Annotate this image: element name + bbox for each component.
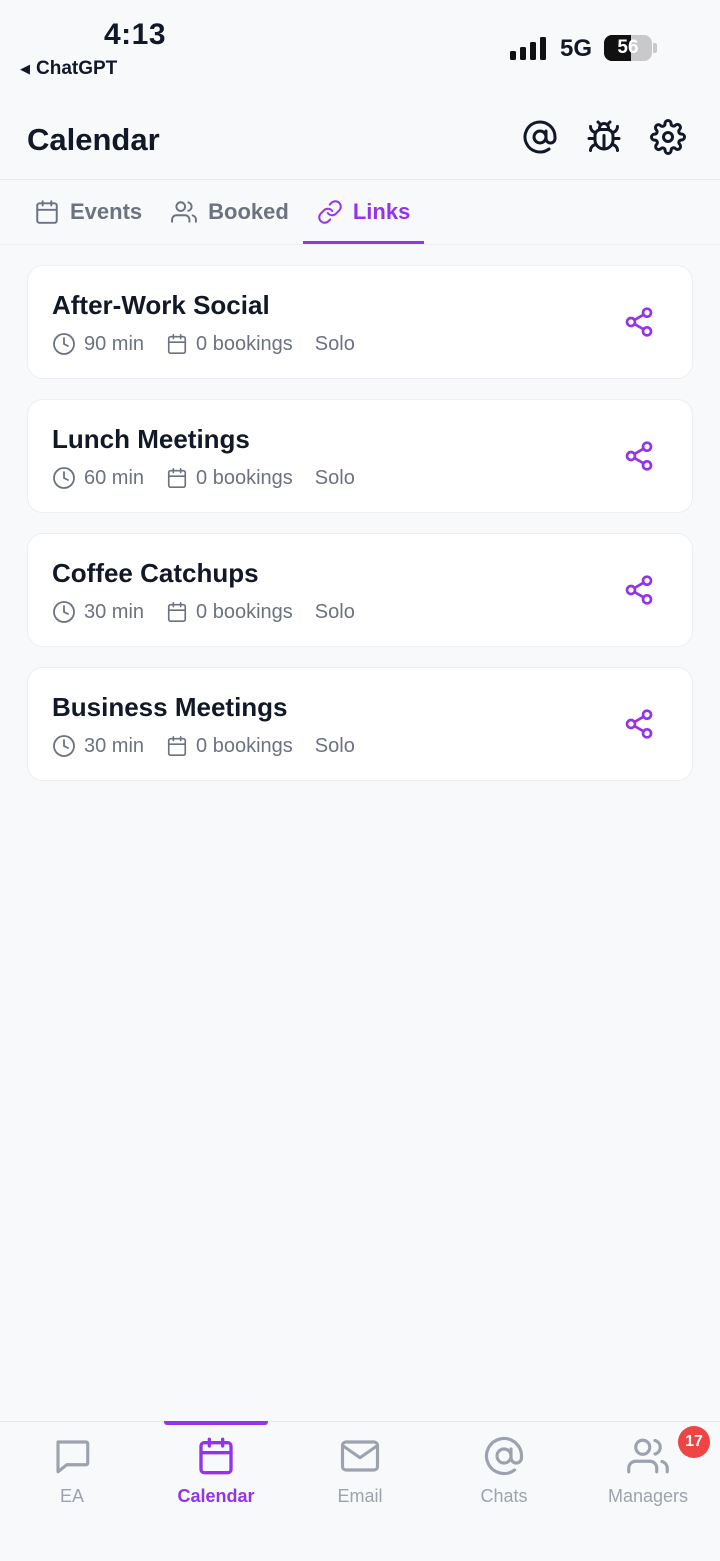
back-to-app-link[interactable]: ◀ ChatGPT xyxy=(20,58,117,80)
clock-icon xyxy=(53,333,75,355)
tab-events[interactable]: Events xyxy=(20,181,156,243)
network-type: 5G xyxy=(560,35,593,62)
link-title: Lunch Meetings xyxy=(52,424,250,454)
tab-booked[interactable]: Booked xyxy=(156,181,303,243)
page-title: Calendar xyxy=(27,122,160,157)
back-app-label: ChatGPT xyxy=(36,58,118,79)
nav-label: Managers xyxy=(607,1486,689,1506)
notification-badge: 17 xyxy=(678,1426,710,1458)
mentions-button[interactable] xyxy=(522,119,558,155)
link-type: Solo xyxy=(314,600,355,623)
link-bookings: 0 bookings xyxy=(196,466,293,489)
signal-icon xyxy=(510,36,546,60)
booking-link-card[interactable]: Business Meetings 30 min 0 bookings Solo xyxy=(27,667,693,781)
settings-button[interactable] xyxy=(650,119,686,155)
nav-label: Calendar xyxy=(177,1486,255,1506)
link-duration: 90 min xyxy=(84,332,145,355)
clock-icon xyxy=(53,467,75,489)
nav-managers[interactable]: Managers 17 xyxy=(576,1422,720,1561)
battery-icon: 56 xyxy=(604,35,652,61)
nav-email[interactable]: Email xyxy=(288,1422,432,1561)
link-title: Business Meetings xyxy=(52,692,288,722)
link-type: Solo xyxy=(314,466,355,489)
link-bookings: 0 bookings xyxy=(196,332,293,355)
booking-link-card[interactable]: Coffee Catchups 30 min 0 bookings Solo xyxy=(27,533,693,647)
link-title: After-Work Social xyxy=(52,290,270,320)
debug-button[interactable] xyxy=(586,119,622,155)
link-title: Coffee Catchups xyxy=(52,558,259,588)
calendar-tabs: Events Booked Links xyxy=(0,181,720,245)
nav-label: EA xyxy=(59,1486,84,1506)
booking-link-card[interactable]: Lunch Meetings 60 min 0 bookings Solo xyxy=(27,399,693,513)
status-time: 4:13 xyxy=(104,18,167,51)
app-header: Calendar xyxy=(0,92,720,180)
battery-level: 56 xyxy=(617,37,639,58)
share-icon xyxy=(625,307,653,337)
link-type: Solo xyxy=(314,332,355,355)
share-icon xyxy=(625,441,653,471)
gear-icon xyxy=(650,119,686,155)
clock-icon xyxy=(53,601,75,623)
link-type: Solo xyxy=(314,734,355,757)
link-duration: 30 min xyxy=(84,600,145,623)
booking-links-list: After-Work Social 90 min 0 bookings Solo… xyxy=(27,265,693,801)
at-icon xyxy=(523,120,557,154)
link-bookings: 0 bookings xyxy=(196,600,293,623)
clock-icon xyxy=(53,735,75,757)
nav-label: Email xyxy=(337,1486,383,1506)
share-button[interactable] xyxy=(622,572,656,608)
link-duration: 60 min xyxy=(84,466,145,489)
calendar-icon xyxy=(167,468,187,488)
calendar-icon xyxy=(199,1437,233,1475)
tab-label: Events xyxy=(70,199,143,224)
nav-label: Chats xyxy=(480,1486,528,1506)
chat-bubble-icon xyxy=(56,1440,90,1474)
share-button[interactable] xyxy=(622,304,656,340)
booking-link-card[interactable]: After-Work Social 90 min 0 bookings Solo xyxy=(27,265,693,379)
mail-icon xyxy=(340,1440,380,1472)
tab-links[interactable]: Links xyxy=(302,181,425,244)
users-icon xyxy=(627,1438,669,1474)
at-icon xyxy=(484,1436,524,1476)
link-duration: 30 min xyxy=(84,734,145,757)
calendar-icon xyxy=(36,200,58,224)
nav-ea[interactable]: EA xyxy=(0,1422,144,1561)
share-button[interactable] xyxy=(622,706,656,742)
tab-label: Booked xyxy=(208,199,289,224)
calendar-icon xyxy=(167,736,187,756)
tab-label: Links xyxy=(352,199,411,224)
calendar-icon xyxy=(167,334,187,354)
calendar-icon xyxy=(167,602,187,622)
nav-chats[interactable]: Chats xyxy=(432,1422,576,1561)
link-bookings: 0 bookings xyxy=(196,734,293,757)
nav-calendar[interactable]: Calendar xyxy=(144,1421,288,1561)
share-icon xyxy=(625,575,653,605)
bug-icon xyxy=(587,120,621,152)
status-bar: 4:13 ◀ ChatGPT 5G 56 xyxy=(0,0,720,92)
share-button[interactable] xyxy=(622,438,656,474)
share-icon xyxy=(625,709,653,739)
bottom-nav: EA Calendar Email Chats Managers 17 xyxy=(0,1421,720,1561)
users-icon xyxy=(171,201,198,223)
back-arrow-icon: ◀ xyxy=(20,61,30,76)
link-icon xyxy=(318,200,342,224)
